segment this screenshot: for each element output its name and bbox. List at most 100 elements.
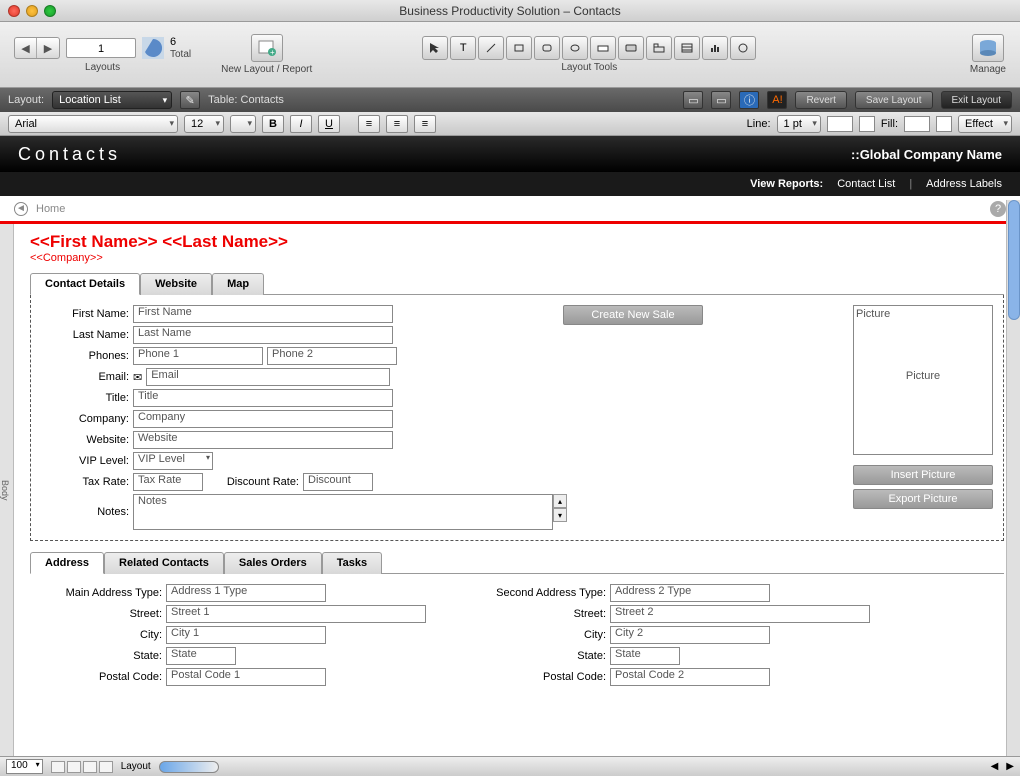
layout-dropdown[interactable]: Location List [52, 91, 172, 109]
align-right-button[interactable]: ≡ [414, 115, 436, 133]
view-icon-3[interactable] [83, 761, 97, 773]
new-layout-button[interactable]: + [251, 34, 283, 62]
fill-pattern-swatch[interactable] [936, 116, 952, 132]
align-center-button[interactable]: ≡ [386, 115, 408, 133]
scroll-right-icon[interactable]: ▶ [1006, 761, 1014, 772]
tab-website[interactable]: Website [140, 273, 212, 295]
tab-contact-details[interactable]: Contact Details [30, 273, 140, 295]
addr2-state-field[interactable]: State [610, 647, 680, 665]
zoom-dropdown[interactable]: 100 [6, 759, 43, 774]
chart-tool[interactable] [702, 36, 728, 60]
style-dropdown[interactable] [230, 115, 256, 133]
merge-name-field[interactable]: <<First Name>> <<Last Name>> [30, 232, 1004, 252]
tab-map[interactable]: Map [212, 273, 264, 295]
scroll-thumb[interactable] [1008, 200, 1020, 320]
webviewer-tool[interactable] [730, 36, 756, 60]
line-color-swatch[interactable] [827, 116, 853, 132]
manage-button[interactable] [972, 34, 1004, 62]
rounded-rect-tool[interactable] [534, 36, 560, 60]
merge-company-field[interactable]: <<Company>> [30, 252, 1004, 264]
badge-icon[interactable]: A! [767, 91, 787, 109]
italic-button[interactable]: I [290, 115, 312, 133]
export-picture-button[interactable]: Export Picture [853, 489, 993, 509]
create-sale-button[interactable]: Create New Sale [563, 305, 703, 325]
exit-layout-button[interactable]: Exit Layout [941, 91, 1012, 109]
addr1-state-field[interactable]: State [166, 647, 236, 665]
font-dropdown[interactable]: Arial [8, 115, 178, 133]
addr1-street-field[interactable]: Street 1 [166, 605, 426, 623]
home-link[interactable]: Home [36, 203, 65, 215]
fill-color-swatch[interactable] [904, 116, 930, 132]
website-field[interactable]: Website [133, 431, 393, 449]
addr2-type-field[interactable]: Address 2 Type [610, 584, 770, 602]
addr1-postal-field[interactable]: Postal Code 1 [166, 668, 326, 686]
button-tool[interactable] [618, 36, 644, 60]
save-layout-button[interactable]: Save Layout [855, 91, 933, 109]
tab-address[interactable]: Address [30, 552, 104, 574]
addr2-postal-field[interactable]: Postal Code 2 [610, 668, 770, 686]
tab-related-contacts[interactable]: Related Contacts [104, 552, 224, 574]
prev-record-button[interactable]: ◀ [15, 38, 37, 58]
notes-field[interactable]: Notes [133, 494, 553, 530]
help-icon[interactable]: ? [990, 201, 1006, 217]
view-icon-1[interactable] [51, 761, 65, 773]
line-weight-dropdown[interactable]: 1 pt [777, 115, 821, 133]
contact-list-link[interactable]: Contact List [837, 178, 895, 190]
record-counter[interactable]: 1 [66, 38, 136, 58]
picture-container[interactable]: Picture Picture [853, 305, 993, 455]
view-icon-2[interactable] [67, 761, 81, 773]
insert-picture-button[interactable]: Insert Picture [853, 465, 993, 485]
email-icon[interactable]: ✉ [133, 371, 142, 384]
tab-tasks[interactable]: Tasks [322, 552, 382, 574]
first-name-field[interactable]: First Name [133, 305, 393, 323]
oval-tool[interactable] [562, 36, 588, 60]
addr1-type-field[interactable]: Address 1 Type [166, 584, 326, 602]
home-icon[interactable]: ◄ [14, 202, 28, 216]
addr2-street-field[interactable]: Street 2 [610, 605, 870, 623]
pointer-tool[interactable] [422, 36, 448, 60]
tab-tool[interactable] [646, 36, 672, 60]
mode-slider[interactable] [159, 761, 219, 773]
vip-field[interactable]: VIP Level▾ [133, 452, 213, 470]
next-record-button[interactable]: ▶ [37, 38, 59, 58]
company-field[interactable]: Company [133, 410, 393, 428]
picture-field-label: Picture [856, 308, 890, 320]
rect-tool[interactable] [506, 36, 532, 60]
email-field[interactable]: Email [146, 368, 390, 386]
address-labels-link[interactable]: Address Labels [926, 178, 1002, 190]
vertical-scrollbar[interactable] [1006, 200, 1020, 756]
portal-tool[interactable] [674, 36, 700, 60]
body-area: Body <<First Name>> <<Last Name>> <<Comp… [0, 224, 1020, 756]
layout-canvas[interactable]: <<First Name>> <<Last Name>> <<Company>>… [14, 224, 1020, 756]
view-icon-4[interactable] [99, 761, 113, 773]
title-field[interactable]: Title [133, 389, 393, 407]
addr2-state-label: State: [476, 650, 606, 662]
tax-field[interactable]: Tax Rate [133, 473, 203, 491]
info-icon[interactable]: ⓘ [739, 91, 759, 109]
edit-pencil-icon[interactable]: ✎ [180, 91, 200, 109]
align-left-button[interactable]: ≡ [358, 115, 380, 133]
field-tool[interactable] [590, 36, 616, 60]
underline-button[interactable]: U [318, 115, 340, 133]
line-tool[interactable] [478, 36, 504, 60]
discount-field[interactable]: Discount [303, 473, 373, 491]
effect-dropdown[interactable]: Effect [958, 115, 1012, 133]
record-total-text: 6 Total [170, 36, 191, 60]
scroll-left-icon[interactable]: ◀ [991, 761, 999, 772]
notes-scroll-up[interactable]: ▴ [553, 494, 567, 508]
notes-scroll-down[interactable]: ▾ [553, 508, 567, 522]
tab-sales-orders[interactable]: Sales Orders [224, 552, 322, 574]
line-pattern-swatch[interactable] [859, 116, 875, 132]
bold-button[interactable]: B [262, 115, 284, 133]
text-tool[interactable]: T [450, 36, 476, 60]
phone1-field[interactable]: Phone 1 [133, 347, 263, 365]
addr2-city-field[interactable]: City 2 [610, 626, 770, 644]
screen-icon[interactable]: ▭ [683, 91, 703, 109]
addr1-city-field[interactable]: City 1 [166, 626, 326, 644]
ruler-icon[interactable]: ▭ [711, 91, 731, 109]
phone2-field[interactable]: Phone 2 [267, 347, 397, 365]
last-name-field[interactable]: Last Name [133, 326, 393, 344]
revert-button[interactable]: Revert [795, 91, 846, 109]
size-dropdown[interactable]: 12 [184, 115, 224, 133]
svg-text:+: + [270, 48, 275, 57]
